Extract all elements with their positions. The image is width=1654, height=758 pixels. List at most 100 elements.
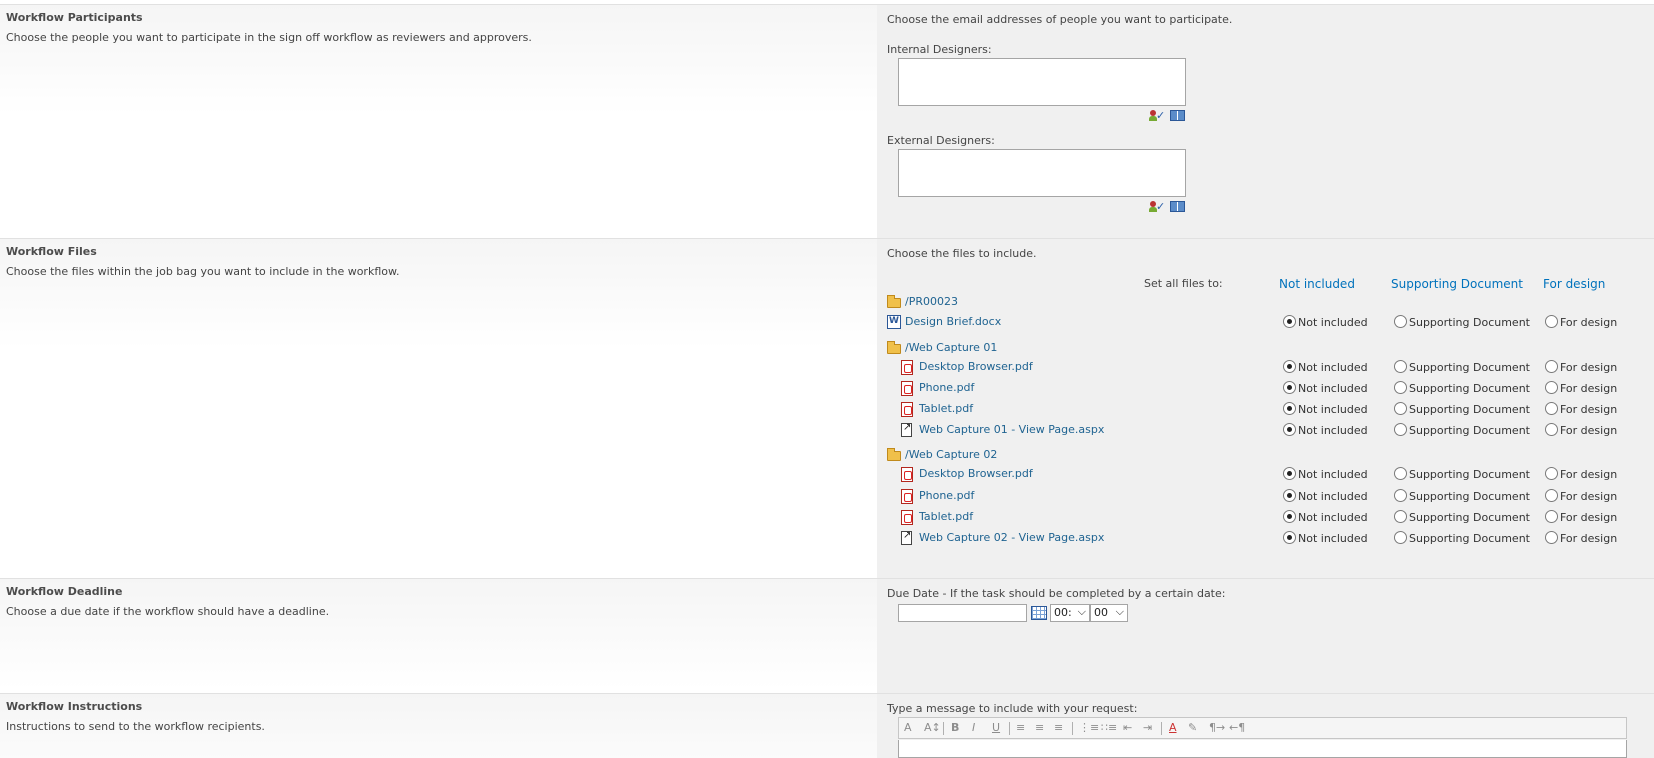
supporting-document-radio[interactable]	[1394, 381, 1407, 394]
check-names-icon[interactable]: ✓	[1149, 110, 1165, 122]
align-right-icon[interactable]: ≡	[1054, 721, 1063, 734]
for-design-radio[interactable]	[1545, 423, 1558, 436]
file-link[interactable]: Tablet.pdf	[919, 402, 973, 415]
external-designers-input[interactable]	[898, 149, 1186, 197]
folder-root-link[interactable]: /PR00023	[905, 295, 958, 308]
internal-designers-input[interactable]	[898, 58, 1186, 106]
ltr-icon[interactable]: ¶→	[1209, 721, 1225, 734]
file-link[interactable]: Phone.pdf	[919, 381, 974, 394]
file-link[interactable]: Desktop Browser.pdf	[919, 467, 1033, 480]
for-design-radio[interactable]	[1545, 489, 1558, 502]
due-date-input[interactable]	[898, 604, 1027, 622]
italic-icon[interactable]: I	[972, 721, 975, 734]
file-link[interactable]: Web Capture 02 - View Page.aspx	[919, 531, 1104, 544]
for-design-radio[interactable]	[1545, 360, 1558, 373]
calendar-icon[interactable]	[1031, 606, 1047, 620]
supporting-document-radio[interactable]	[1394, 489, 1407, 502]
file-link[interactable]: Web Capture 01 - View Page.aspx	[919, 423, 1104, 436]
not-included-radio[interactable]	[1283, 489, 1296, 502]
deadline-section: Workflow Deadline Choose a due date if t…	[0, 578, 1654, 693]
chevron-down-icon: ⌵	[1077, 605, 1086, 618]
folder-icon	[887, 341, 901, 354]
files-section: Workflow Files Choose the files within t…	[0, 238, 1654, 578]
for-design-radio[interactable]	[1545, 402, 1558, 415]
supporting-document-radio[interactable]	[1394, 402, 1407, 415]
for-design-radio[interactable]	[1545, 531, 1558, 544]
supporting-document-radio[interactable]	[1394, 467, 1407, 480]
aspx-icon	[901, 422, 912, 437]
not-included-radio[interactable]	[1283, 360, 1296, 373]
bold-icon[interactable]: B	[951, 721, 959, 734]
not-included-radio[interactable]	[1283, 423, 1296, 436]
not-included-radio[interactable]	[1283, 531, 1296, 544]
not-included-radio[interactable]	[1283, 467, 1296, 480]
instructions-description: Instructions to send to the workflow rec…	[6, 720, 265, 733]
folder-link[interactable]: /Web Capture 01	[905, 341, 997, 354]
for-design-label: For design	[1560, 361, 1618, 374]
set-all-files-label: Set all files to:	[1144, 277, 1223, 290]
supporting-document-label: Supporting Document	[1409, 424, 1530, 437]
font-icon[interactable]: A	[904, 721, 912, 734]
font-size-icon[interactable]: A↕	[924, 721, 941, 734]
check-names-icon[interactable]: ✓	[1149, 201, 1165, 213]
folder-link[interactable]: /Web Capture 02	[905, 448, 997, 461]
file-link[interactable]: Design Brief.docx	[905, 315, 1001, 328]
outdent-icon[interactable]: ⇤	[1123, 721, 1132, 734]
for-design-radio[interactable]	[1545, 467, 1558, 480]
file-link[interactable]: Tablet.pdf	[919, 510, 973, 523]
for-design-label: For design	[1560, 511, 1618, 524]
message-editor[interactable]	[898, 740, 1627, 758]
align-left-icon[interactable]: ≡	[1016, 721, 1025, 734]
set-all-for-design-link[interactable]: For design	[1543, 277, 1605, 291]
supporting-document-radio[interactable]	[1394, 510, 1407, 523]
for-design-radio[interactable]	[1545, 510, 1558, 523]
internal-designers-label: Internal Designers:	[887, 43, 992, 56]
minute-select[interactable]: 00 ⌵	[1090, 604, 1128, 622]
indent-icon[interactable]: ⇥	[1143, 721, 1152, 734]
not-included-radio[interactable]	[1283, 402, 1296, 415]
instructions-title: Workflow Instructions	[6, 700, 143, 713]
address-book-icon[interactable]	[1170, 201, 1185, 212]
deadline-form-panel: Due Date - If the task should be complet…	[877, 579, 1654, 693]
text-color-icon[interactable]: A	[1169, 721, 1177, 734]
files-description-panel: Workflow Files Choose the files within t…	[0, 239, 877, 578]
not-included-radio[interactable]	[1283, 381, 1296, 394]
chevron-down-icon: ⌵	[1115, 605, 1124, 618]
rich-text-toolbar: A A↕ B I U ≡ ≡ ≡ ⋮≡ ∷≡ ⇤ ⇥ A ✎ ¶→ ←¶	[898, 717, 1627, 739]
address-book-icon[interactable]	[1170, 110, 1185, 121]
not-included-radio[interactable]	[1283, 510, 1296, 523]
supporting-document-radio[interactable]	[1394, 315, 1407, 328]
for-design-label: For design	[1560, 424, 1618, 437]
for-design-radio[interactable]	[1545, 381, 1558, 394]
deadline-description-panel: Workflow Deadline Choose a due date if t…	[0, 579, 877, 693]
file-link[interactable]: Desktop Browser.pdf	[919, 360, 1033, 373]
supporting-document-radio[interactable]	[1394, 360, 1407, 373]
file-link[interactable]: Phone.pdf	[919, 489, 974, 502]
set-all-not-included-link[interactable]: Not included	[1279, 277, 1355, 291]
hour-select[interactable]: 00: ⌵	[1050, 604, 1090, 622]
set-all-supporting-link[interactable]: Supporting Document	[1391, 277, 1523, 291]
supporting-document-radio[interactable]	[1394, 423, 1407, 436]
bullet-list-icon[interactable]: ∷≡	[1101, 721, 1117, 734]
for-design-label: For design	[1560, 468, 1618, 481]
for-design-label: For design	[1560, 532, 1618, 545]
supporting-document-label: Supporting Document	[1409, 316, 1530, 329]
participants-section: Workflow Participants Choose the people …	[0, 4, 1654, 238]
highlight-icon[interactable]: ✎	[1188, 721, 1197, 734]
hour-select-value: 00:	[1054, 606, 1072, 619]
due-date-instruction: Due Date - If the task should be complet…	[887, 587, 1226, 600]
numbered-list-icon[interactable]: ⋮≡	[1079, 721, 1099, 734]
supporting-document-label: Supporting Document	[1409, 403, 1530, 416]
supporting-document-radio[interactable]	[1394, 531, 1407, 544]
deadline-description: Choose a due date if the workflow should…	[6, 605, 330, 618]
not-included-radio[interactable]	[1283, 315, 1296, 328]
pdf-icon	[901, 402, 913, 417]
supporting-document-label: Supporting Document	[1409, 361, 1530, 374]
rtl-icon[interactable]: ←¶	[1229, 721, 1245, 734]
not-included-label: Not included	[1298, 361, 1368, 374]
align-center-icon[interactable]: ≡	[1035, 721, 1044, 734]
participants-instruction: Choose the email addresses of people you…	[887, 13, 1233, 26]
supporting-document-label: Supporting Document	[1409, 532, 1530, 545]
underline-icon[interactable]: U	[992, 721, 1000, 734]
for-design-radio[interactable]	[1545, 315, 1558, 328]
